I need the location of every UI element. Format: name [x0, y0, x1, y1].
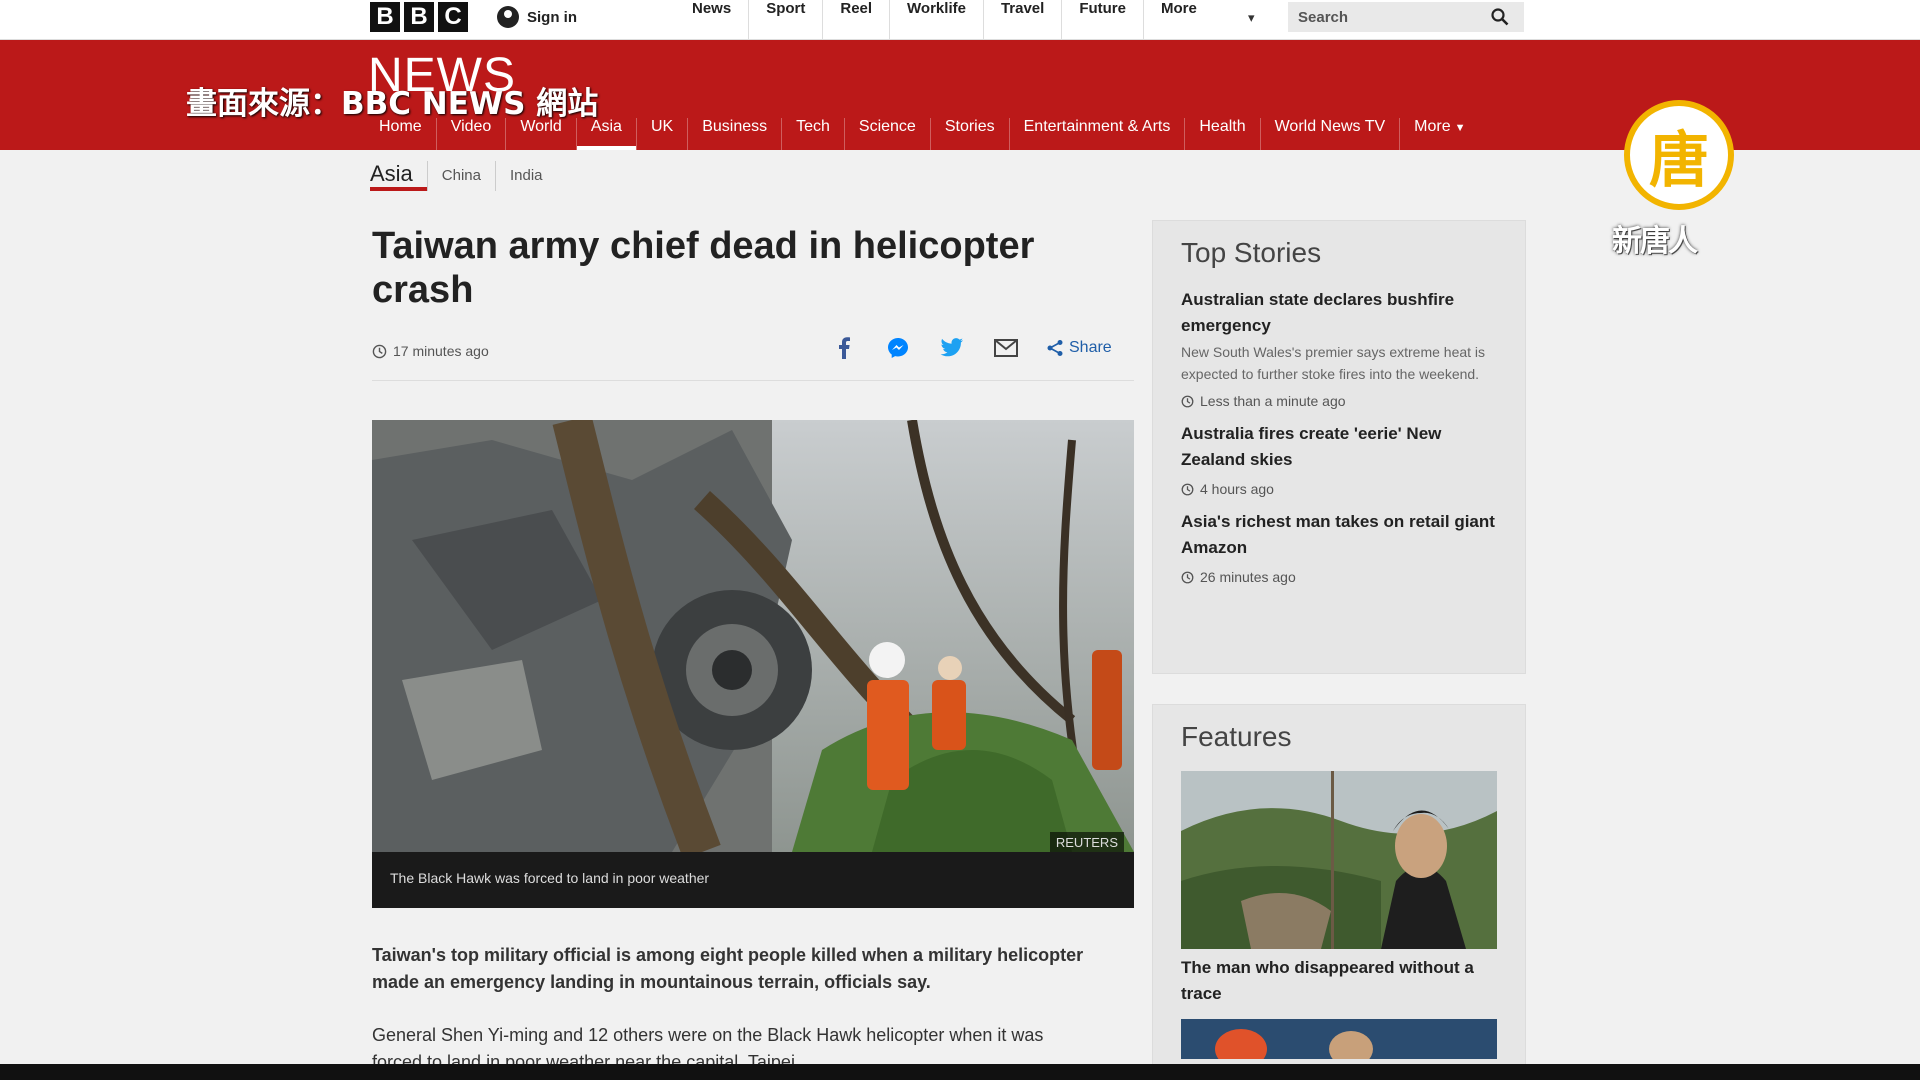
- top-story-item[interactable]: Asia's richest man takes on retail giant…: [1181, 509, 1497, 585]
- section-more[interactable]: More ▼: [1399, 118, 1479, 150]
- share-button[interactable]: Share: [1046, 339, 1112, 357]
- section-world[interactable]: World: [505, 118, 576, 150]
- search-box: [1288, 2, 1524, 32]
- caret-down-icon: ▼: [1454, 122, 1466, 134]
- top-nav-news[interactable]: News: [675, 0, 748, 40]
- section-entertainment-arts[interactable]: Entertainment & Arts: [1008, 118, 1185, 150]
- subnav-asia[interactable]: Asia: [370, 161, 427, 191]
- station-logo-icon: 唐: [1624, 100, 1734, 210]
- story-headline[interactable]: Australia fires create 'eerie' New Zeala…: [1181, 421, 1497, 473]
- bbc-top-bar: B B C Sign in News Sport Reel Worklife T…: [0, 0, 1920, 40]
- twitter-icon[interactable]: [938, 334, 966, 362]
- clock-icon: [372, 344, 387, 358]
- feature-headline[interactable]: The man who disappeared without a trace: [1181, 955, 1497, 1007]
- user-icon: [497, 6, 519, 28]
- sub-nav: Asia China India: [370, 155, 557, 191]
- top-nav-reel[interactable]: Reel: [822, 0, 889, 40]
- section-tech[interactable]: Tech: [781, 118, 844, 150]
- section-more-label: More: [1414, 118, 1451, 135]
- section-video[interactable]: Video: [435, 118, 506, 150]
- source-overlay-caption: 畫面來源：BBC NEWS 網站: [186, 86, 599, 122]
- bbc-logo[interactable]: B B C: [370, 2, 468, 32]
- section-asia[interactable]: Asia: [575, 118, 637, 150]
- story-time-text: Less than a minute ago: [1200, 393, 1346, 409]
- email-icon[interactable]: [992, 334, 1020, 362]
- image-caption: The Black Hawk was forced to land in poo…: [372, 852, 1134, 908]
- top-story-item[interactable]: Australian state declares bushfire emerg…: [1181, 287, 1497, 409]
- clock-icon: [1181, 483, 1194, 495]
- station-watermark: 唐 新唐人: [1612, 100, 1752, 260]
- bbc-logo-letter: C: [438, 2, 468, 32]
- screen-bottom-bar: [0, 1064, 1920, 1080]
- share-tools: Share: [830, 334, 1112, 362]
- search-icon[interactable]: [1488, 5, 1512, 29]
- top-story-item[interactable]: Australia fires create 'eerie' New Zeala…: [1181, 421, 1497, 497]
- share-label: Share: [1069, 339, 1112, 356]
- section-stories[interactable]: Stories: [929, 118, 1009, 150]
- story-time-text: 4 hours ago: [1200, 481, 1274, 497]
- top-nav-worklife[interactable]: Worklife: [889, 0, 983, 40]
- crash-site-photo: [372, 420, 1134, 852]
- subnav-india[interactable]: India: [495, 161, 557, 191]
- bbc-logo-letter: B: [370, 2, 400, 32]
- search-input[interactable]: [1288, 8, 1488, 26]
- top-nav-future[interactable]: Future: [1061, 0, 1143, 40]
- image-credit: REUTERS: [1049, 832, 1124, 853]
- section-nav: Home Video World Asia UK Business Tech S…: [365, 118, 1480, 150]
- feature-photo: [1181, 771, 1497, 949]
- meta-divider: [372, 380, 1134, 381]
- story-time: Less than a minute ago: [1181, 393, 1497, 409]
- section-science[interactable]: Science: [843, 118, 930, 150]
- bbc-logo-letter: B: [404, 2, 434, 32]
- story-headline[interactable]: Asia's richest man takes on retail giant…: [1181, 509, 1497, 561]
- clock-icon: [1181, 395, 1194, 407]
- section-home[interactable]: Home: [365, 118, 436, 150]
- station-logo-text: 新唐人: [1612, 224, 1698, 259]
- story-time: 4 hours ago: [1181, 481, 1497, 497]
- story-time-text: 26 minutes ago: [1200, 569, 1296, 585]
- top-stories-title: Top Stories: [1181, 237, 1322, 268]
- section-world-news-tv[interactable]: World News TV: [1259, 118, 1400, 150]
- facebook-icon[interactable]: [830, 334, 858, 362]
- features-title: Features: [1181, 721, 1292, 752]
- messenger-icon[interactable]: [884, 334, 912, 362]
- section-business[interactable]: Business: [687, 118, 781, 150]
- top-nav-sport[interactable]: Sport: [748, 0, 822, 40]
- top-nav-more[interactable]: More: [1143, 0, 1214, 40]
- top-nav: News Sport Reel Worklife Travel Future M…: [675, 0, 1214, 40]
- subnav-china[interactable]: China: [426, 161, 495, 191]
- share-icon: [1047, 340, 1063, 356]
- feature-photo: [1181, 1019, 1497, 1059]
- story-headline[interactable]: Australian state declares bushfire emerg…: [1181, 287, 1497, 339]
- section-uk[interactable]: UK: [635, 118, 687, 150]
- chevron-down-icon[interactable]: ▾: [1248, 10, 1255, 26]
- features-panel: Features The man who disappeared without…: [1152, 704, 1526, 1080]
- top-nav-travel[interactable]: Travel: [982, 0, 1061, 40]
- section-health[interactable]: Health: [1184, 118, 1259, 150]
- top-stories-panel: Top Stories Australian state declares bu…: [1152, 220, 1526, 674]
- sign-in-label: Sign in: [527, 8, 577, 26]
- hero-image[interactable]: REUTERS The Black Hawk was forced to lan…: [372, 420, 1134, 908]
- story-time: 26 minutes ago: [1181, 569, 1497, 585]
- sign-in-link[interactable]: Sign in: [497, 6, 577, 28]
- article-lead-paragraph: Taiwan's top military official is among …: [372, 945, 1084, 992]
- timestamp-text: 17 minutes ago: [393, 343, 489, 359]
- feature-image[interactable]: [1181, 771, 1497, 949]
- article-headline: Taiwan army chief dead in helicopter cra…: [372, 225, 1035, 311]
- clock-icon: [1181, 571, 1194, 583]
- feature-image[interactable]: [1181, 1019, 1497, 1059]
- article-timestamp: 17 minutes ago: [372, 343, 489, 359]
- story-summary: New South Wales's premier says extreme h…: [1181, 344, 1486, 382]
